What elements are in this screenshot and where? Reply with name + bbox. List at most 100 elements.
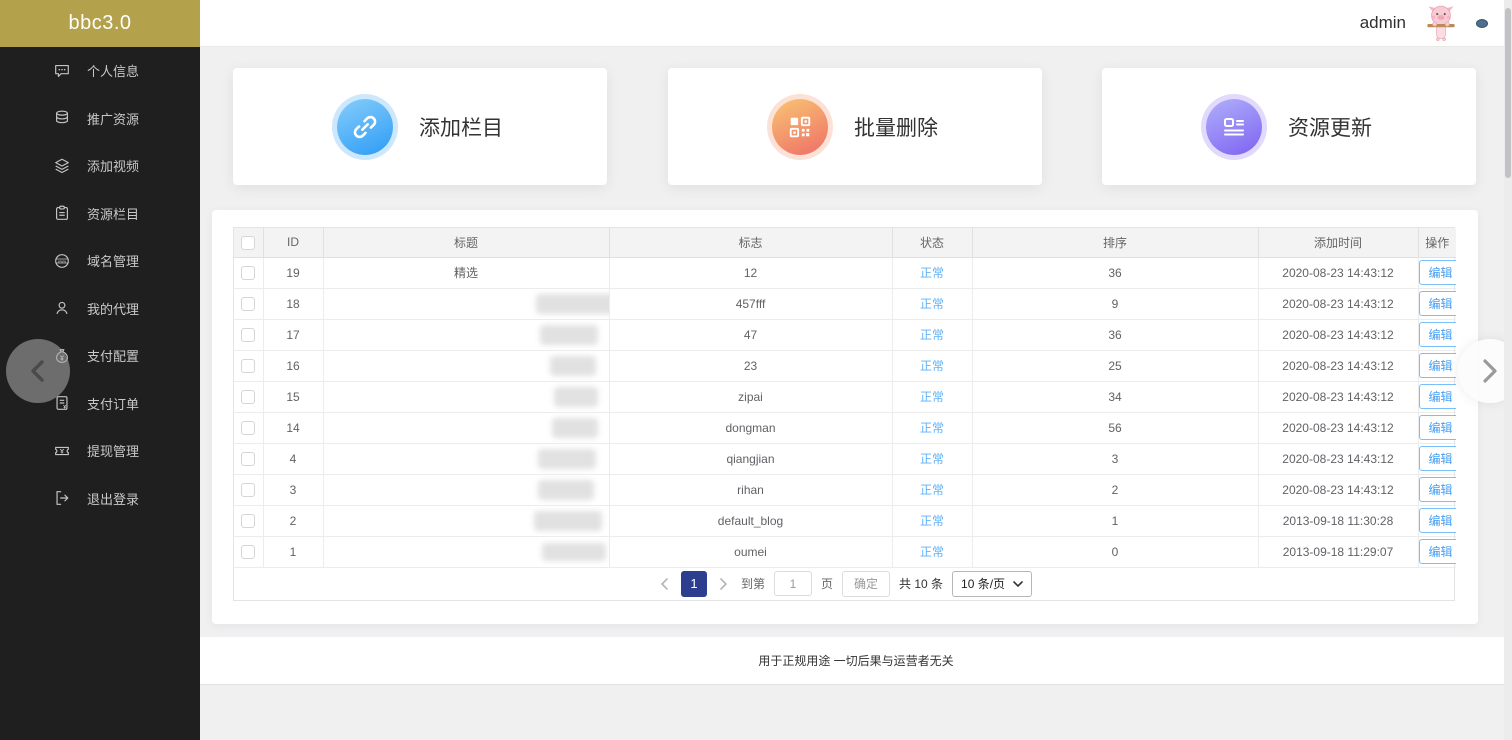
scrollbar-track[interactable] xyxy=(1504,0,1512,740)
resource-table: ID 标题 标志 状态 排序 添加时间 操作 19 精选 12 正常 36 20… xyxy=(234,228,1456,568)
cell-sort: 36 xyxy=(972,319,1259,351)
status-badge: 正常 xyxy=(919,390,944,404)
sidebar-item[interactable]: www 域名管理 xyxy=(0,237,200,285)
row-checkbox[interactable] xyxy=(241,451,256,466)
cell-time: 2013-09-18 11:30:28 xyxy=(1258,505,1419,537)
table-row: 18 457fff 正常 9 2020-08-23 14:43:12 编辑 xyxy=(234,288,1456,320)
sidebar-item-icon xyxy=(52,441,72,461)
action-card-icon xyxy=(1206,98,1262,155)
prev-page-button[interactable] xyxy=(656,574,672,594)
status-badge: 正常 xyxy=(919,452,944,466)
row-checkbox[interactable] xyxy=(241,265,256,280)
cell-mark: 457fff xyxy=(609,288,893,320)
cell-time: 2020-08-23 14:43:12 xyxy=(1258,474,1419,506)
sidebar-item-label: 提现管理 xyxy=(87,444,140,460)
edit-button[interactable]: 编辑 xyxy=(1418,446,1456,471)
status-badge: 正常 xyxy=(919,297,944,311)
cell-mark: 23 xyxy=(609,350,893,382)
username-label[interactable]: admin xyxy=(1360,13,1406,33)
per-page-select[interactable]: 10 条/页 xyxy=(952,570,1033,597)
col-header-id: ID xyxy=(263,228,324,258)
sidebar-item[interactable]: 提现管理 xyxy=(0,427,200,475)
page-number-button[interactable]: 1 xyxy=(680,570,707,597)
chevron-left-icon xyxy=(660,577,668,590)
action-card-label: 添加栏目 xyxy=(419,116,503,140)
cell-title xyxy=(323,381,610,413)
table-panel: ID 标题 标志 状态 排序 添加时间 操作 19 精选 12 正常 36 20… xyxy=(212,210,1478,624)
chevron-left-icon xyxy=(31,360,44,382)
sidebar-item-label: 我的代理 xyxy=(87,301,140,317)
row-checkbox[interactable] xyxy=(241,389,256,404)
cell-mark: qiangjian xyxy=(609,443,893,475)
table-row: 3 rihan 正常 2 2020-08-23 14:43:12 编辑 xyxy=(234,474,1456,506)
sidebar-item-icon xyxy=(52,488,72,508)
status-dot-icon xyxy=(1476,18,1488,28)
scrollbar-thumb[interactable] xyxy=(1505,8,1511,178)
sidebar-item-label: 退出登录 xyxy=(87,491,140,507)
edit-button[interactable]: 编辑 xyxy=(1418,539,1456,564)
action-card-icon xyxy=(337,98,393,155)
select-all-checkbox[interactable] xyxy=(241,235,256,250)
sidebar-item[interactable]: 我的代理 xyxy=(0,285,200,333)
cell-sort: 1 xyxy=(972,505,1259,537)
confirm-button[interactable]: 确定 xyxy=(841,570,890,597)
row-checkbox[interactable] xyxy=(241,296,256,311)
sidebar-item[interactable]: 退出登录 xyxy=(0,475,200,523)
col-header-time: 添加时间 xyxy=(1258,228,1419,258)
action-card-label: 资源更新 xyxy=(1288,116,1372,140)
cell-title xyxy=(323,412,610,444)
status-badge: 正常 xyxy=(919,545,944,559)
table-box: ID 标题 标志 状态 排序 添加时间 操作 19 精选 12 正常 36 20… xyxy=(233,227,1456,601)
edit-button[interactable]: 编辑 xyxy=(1418,384,1456,409)
action-card[interactable]: 添加栏目 xyxy=(233,68,607,185)
sidebar-item-icon xyxy=(52,298,72,318)
cell-title xyxy=(323,536,610,568)
row-checkbox[interactable] xyxy=(241,327,256,342)
sidebar-item-label: 支付配置 xyxy=(87,349,140,365)
table-row: 2 default_blog 正常 1 2013-09-18 11:30:28 … xyxy=(234,505,1456,537)
edit-button[interactable]: 编辑 xyxy=(1418,415,1456,440)
goto-page-input[interactable] xyxy=(773,571,812,596)
row-checkbox[interactable] xyxy=(241,513,256,528)
action-card[interactable]: 批量删除 xyxy=(668,68,1042,185)
action-card[interactable]: 资源更新 xyxy=(1102,68,1476,185)
sidebar-collapse-button[interactable] xyxy=(6,339,70,403)
cell-mark: dongman xyxy=(609,412,893,444)
sidebar-item[interactable]: 推广资源 xyxy=(0,95,200,143)
edit-button[interactable]: 编辑 xyxy=(1418,322,1456,347)
edit-button[interactable]: 编辑 xyxy=(1418,353,1456,378)
cell-title xyxy=(323,350,610,382)
sidebar-item-icon xyxy=(52,108,72,128)
cell-mark: 12 xyxy=(609,257,893,289)
row-checkbox[interactable] xyxy=(241,482,256,497)
status-badge: 正常 xyxy=(919,359,944,373)
cell-time: 2020-08-23 14:43:12 xyxy=(1258,319,1419,351)
edit-button[interactable]: 编辑 xyxy=(1418,260,1456,285)
row-checkbox[interactable] xyxy=(241,358,256,373)
sidebar-item-label: 添加视频 xyxy=(87,159,140,175)
table-row: 17 47 正常 36 2020-08-23 14:43:12 编辑 xyxy=(234,319,1456,351)
chevron-right-icon xyxy=(720,577,728,590)
edit-button[interactable]: 编辑 xyxy=(1418,508,1456,533)
app-root: bbc3.0 个人信息 推广资源 添加视频 资源栏目 www 域名管理 我的代理… xyxy=(0,0,1512,740)
cell-title xyxy=(323,474,610,506)
cell-id: 19 xyxy=(263,257,324,289)
cell-sort: 34 xyxy=(972,381,1259,413)
cell-id: 1 xyxy=(263,536,324,568)
user-avatar-pig[interactable] xyxy=(1420,2,1462,44)
cell-time: 2020-08-23 14:43:12 xyxy=(1258,412,1419,444)
sidebar-nav: 个人信息 推广资源 添加视频 资源栏目 www 域名管理 我的代理 支付配置 支… xyxy=(0,47,200,522)
sidebar-item[interactable]: 个人信息 xyxy=(0,47,200,95)
next-page-button[interactable] xyxy=(716,574,732,594)
status-badge: 正常 xyxy=(919,514,944,528)
row-checkbox[interactable] xyxy=(241,544,256,559)
disclaimer-text: 用于正规用途 一切后果与运营者无关 xyxy=(758,654,954,668)
cell-time: 2020-08-23 14:43:12 xyxy=(1258,257,1419,289)
cell-mark: rihan xyxy=(609,474,893,506)
edit-button[interactable]: 编辑 xyxy=(1418,291,1456,316)
row-checkbox[interactable] xyxy=(241,420,256,435)
sidebar-item[interactable]: 资源栏目 xyxy=(0,190,200,238)
sidebar-item[interactable]: 添加视频 xyxy=(0,142,200,190)
edit-button[interactable]: 编辑 xyxy=(1418,477,1456,502)
chevron-right-icon xyxy=(1483,359,1497,383)
